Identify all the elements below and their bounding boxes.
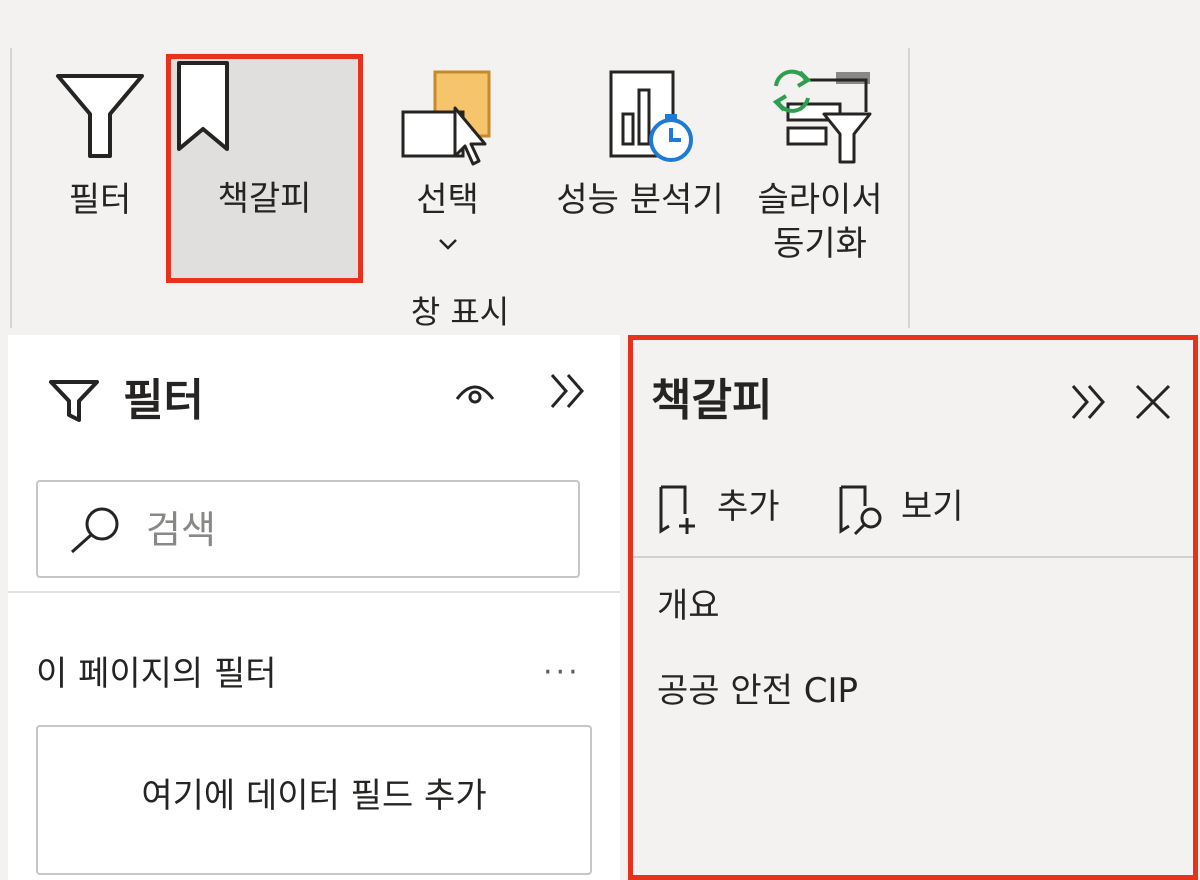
add-bookmark-label: 추가: [717, 487, 780, 527]
filter-pane: 필터 이 페이지의 필터 ··· 여기에 데이터 필드 추가: [8, 335, 620, 880]
selection-button[interactable]: 선택: [385, 60, 510, 260]
page-filters-section-label: 이 페이지의 필터: [36, 654, 277, 694]
chevron-down-icon[interactable]: [436, 236, 460, 252]
add-data-field-dropzone[interactable]: 여기에 데이터 필드 추가: [36, 725, 592, 875]
filter-button-label: 필터: [68, 180, 132, 220]
ribbon: 필터 책갈피 선택 성능 분석기 슬라이서 동기화 창 표시: [0, 0, 1200, 335]
bookmark-button[interactable]: 책갈피: [166, 54, 363, 283]
add-bookmark-button[interactable]: 추가: [655, 480, 795, 536]
view-bookmark-icon: [839, 485, 882, 536]
bookmark-item[interactable]: 개요: [657, 585, 720, 627]
selection-button-label: 선택: [416, 180, 479, 220]
view-bookmark-label: 보기: [901, 487, 964, 527]
sync-slicers-icon: [772, 69, 872, 164]
bookmark-button-label: 책갈피: [217, 179, 312, 219]
bookmark-item[interactable]: 공공 안전 CIP: [657, 670, 858, 712]
sync-slicers-label-line2: 동기화: [773, 224, 867, 264]
ribbon-separator-left: [10, 48, 12, 328]
show-panes-group-label: 창 표시: [410, 293, 510, 331]
search-box[interactable]: [36, 480, 580, 578]
collapse-pane-icon[interactable]: [546, 371, 590, 411]
search-icon: [70, 507, 119, 554]
funnel-icon: [49, 380, 99, 422]
performance-analyzer-label: 성능 분석기: [556, 180, 724, 220]
filter-button[interactable]: 필터: [40, 60, 160, 260]
funnel-icon: [56, 74, 144, 158]
bookmark-pane-title: 책갈피: [651, 375, 773, 426]
filter-pane-title: 필터: [123, 375, 204, 426]
search-input[interactable]: [146, 504, 566, 556]
selection-pane-icon: [401, 70, 491, 166]
ribbon-separator-right: [908, 48, 910, 328]
more-options-button[interactable]: ···: [543, 653, 581, 693]
add-data-field-label: 여기에 데이터 필드 추가: [141, 776, 487, 816]
eye-icon[interactable]: [453, 379, 497, 407]
bookmark-pane-divider: [633, 556, 1193, 558]
bookmark-icon: [177, 61, 229, 151]
sync-slicers-label-line1: 슬라이서: [757, 180, 883, 220]
view-bookmark-button[interactable]: 보기: [835, 480, 975, 536]
add-bookmark-icon: [659, 485, 695, 534]
bookmark-pane: 책갈피 추가 보기 개요 공공 안전 CIP: [628, 335, 1198, 880]
close-icon[interactable]: [1133, 382, 1173, 422]
filter-pane-divider: [8, 591, 620, 593]
collapse-pane-icon[interactable]: [1067, 382, 1111, 422]
performance-analyzer-button[interactable]: 성능 분석기: [545, 60, 735, 260]
sync-slicers-button[interactable]: 슬라이서 동기화: [750, 60, 890, 280]
performance-analyzer-icon: [609, 70, 693, 162]
